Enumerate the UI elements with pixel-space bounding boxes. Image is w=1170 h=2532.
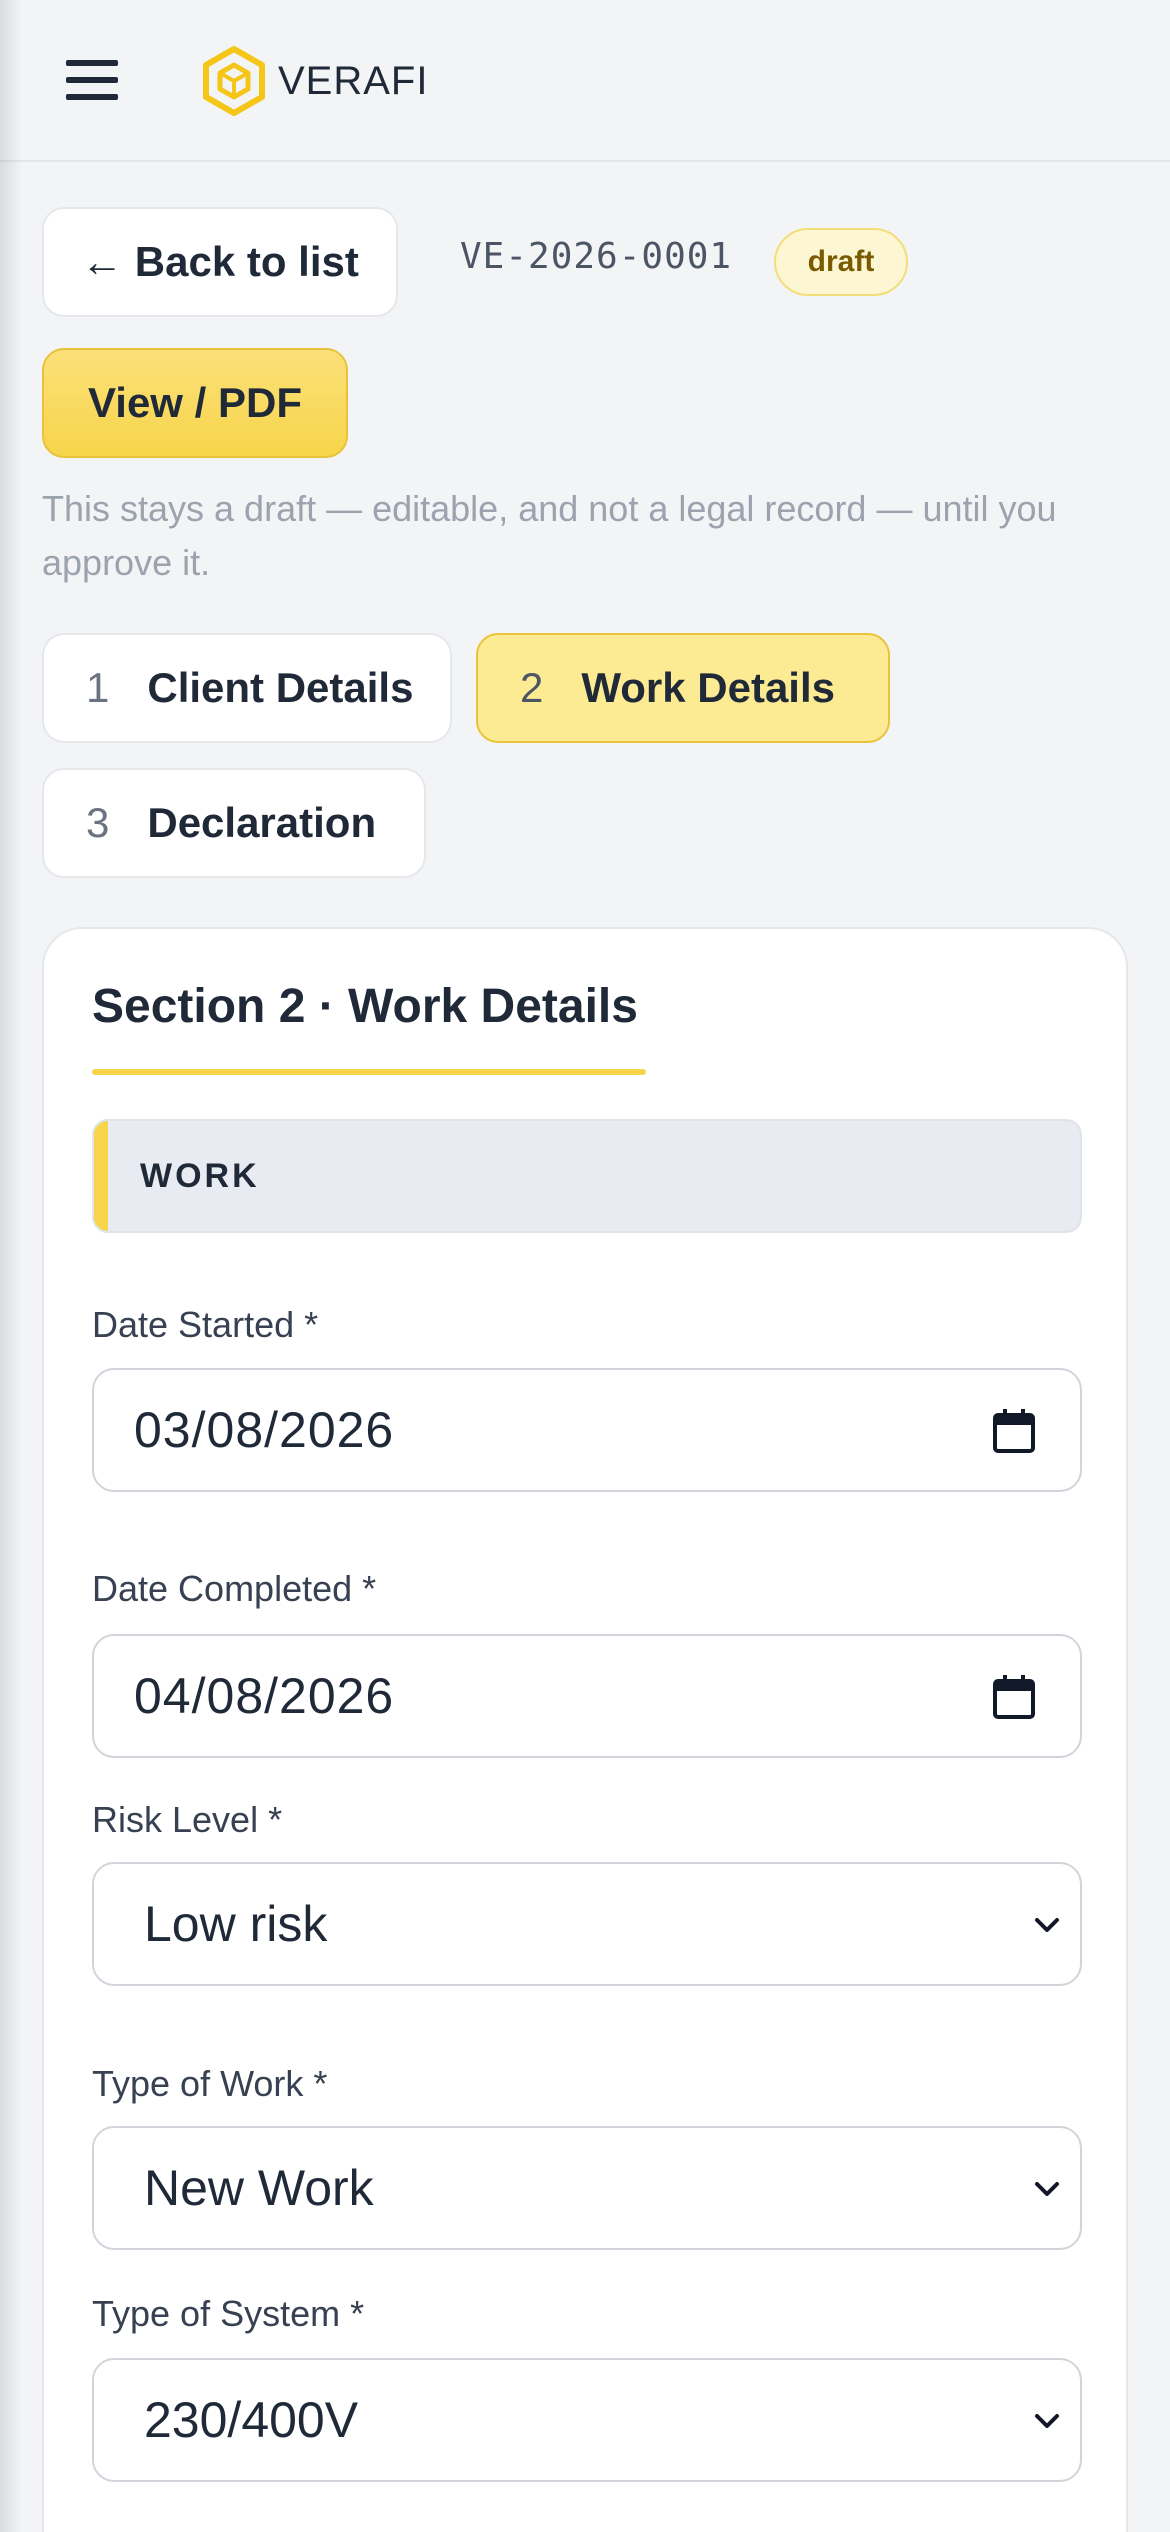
group-accent-bar xyxy=(94,1121,108,1231)
risk-level-value: Low risk xyxy=(144,1896,328,1952)
type-of-system-select[interactable]: 230/400V xyxy=(92,2358,1082,2482)
section-title-underline xyxy=(92,1069,646,1075)
date-started-label: Date Started * xyxy=(92,1304,319,1345)
step-number: 1 xyxy=(86,664,110,711)
risk-level-select[interactable]: Low risk xyxy=(92,1862,1082,1986)
date-completed-value: 04/08/2026 xyxy=(134,1668,395,1724)
status-badge: draft xyxy=(774,228,908,296)
type-of-work-value: New Work xyxy=(144,2160,374,2216)
section-title: Section 2 · Work Details xyxy=(92,980,638,1033)
back-to-list-button[interactable]: ← Back to list xyxy=(42,207,398,317)
step-label: Declaration xyxy=(147,799,377,846)
chevron-down-icon xyxy=(1035,1918,1059,1932)
calendar-icon[interactable] xyxy=(992,1408,1036,1454)
calendar-icon[interactable] xyxy=(992,1674,1036,1720)
type-of-system-value: 230/400V xyxy=(144,2392,359,2448)
draft-note: This stays a draft — editable, and not a… xyxy=(42,488,1057,583)
step-label: Client Details xyxy=(147,664,414,711)
top-bar: VERAFI xyxy=(0,0,1170,162)
brand-name: VERAFI xyxy=(278,58,429,103)
hexagon-cube-logo xyxy=(203,46,265,116)
type-of-work-label: Type of Work * xyxy=(92,2063,328,2104)
date-completed-input[interactable]: 04/08/2026 xyxy=(92,1634,1082,1758)
work-details-card: Section 2 · Work Details WORK Date Start… xyxy=(42,927,1128,2532)
step-number: 3 xyxy=(86,799,110,846)
hamburger-menu-icon[interactable] xyxy=(66,60,118,100)
step-tab-work-details[interactable]: 2 Work Details xyxy=(476,633,890,743)
date-started-value: 03/08/2026 xyxy=(134,1402,395,1458)
chevron-down-icon xyxy=(1035,2182,1059,2196)
step-number: 2 xyxy=(520,664,544,711)
risk-level-label: Risk Level * xyxy=(92,1799,283,1840)
type-of-system-label: Type of System * xyxy=(92,2293,365,2334)
view-pdf-button[interactable]: View / PDF xyxy=(42,348,348,458)
date-started-input[interactable]: 03/08/2026 xyxy=(92,1368,1082,1492)
date-completed-label: Date Completed * xyxy=(92,1568,377,1609)
page: VERAFI ← Back to list VE-2026-0001 draft… xyxy=(0,0,1170,2532)
group-label: WORK xyxy=(140,1156,260,1195)
step-tab-client-details[interactable]: 1 Client Details xyxy=(42,633,452,743)
document-id: VE-2026-0001 xyxy=(460,236,733,277)
brand-logo[interactable]: VERAFI xyxy=(200,44,428,118)
type-of-work-select[interactable]: New Work xyxy=(92,2126,1082,2250)
group-header-work: WORK xyxy=(92,1119,1082,1233)
edge-shadow xyxy=(0,0,22,2532)
chevron-down-icon xyxy=(1035,2414,1059,2428)
step-tab-declaration[interactable]: 3 Declaration xyxy=(42,768,426,878)
step-label: Work Details xyxy=(581,664,835,711)
